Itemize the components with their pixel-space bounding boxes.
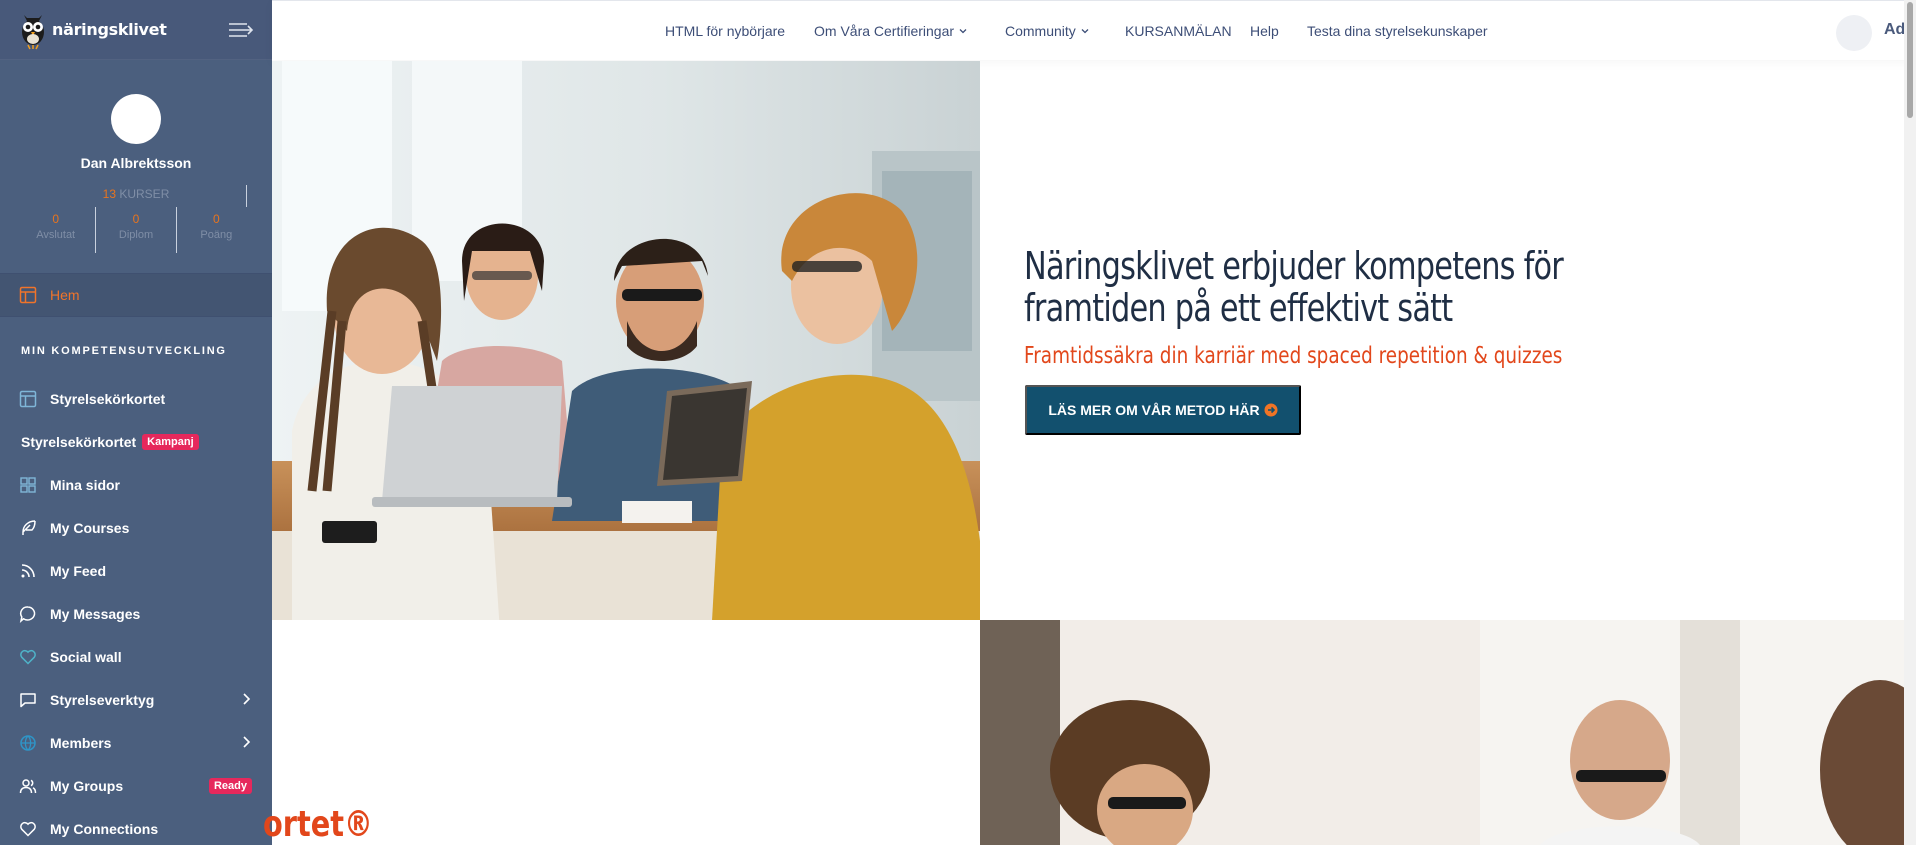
read-more-label: LÄS MER OM VÅR METOD HÄR xyxy=(1048,402,1260,418)
stat-label: Avslutat xyxy=(36,229,76,241)
message-square-icon xyxy=(20,692,36,707)
section-title-partial: ortet® xyxy=(263,804,373,845)
chat-icon xyxy=(19,605,36,623)
courses-summary: 13 KURSER xyxy=(0,185,272,207)
courses-count: 13 xyxy=(102,187,116,201)
sidebar-item-label: My Connections xyxy=(50,820,159,837)
sidebar-item-label: Hem xyxy=(50,287,80,303)
heart-icon xyxy=(20,649,36,665)
avatar[interactable] xyxy=(111,94,161,144)
arrow-circle-right-icon xyxy=(1264,403,1278,417)
sidebar-item-styrelsekorkortet[interactable]: Styrelsekörkortet xyxy=(0,377,272,420)
topnav-label: Testa dina styrelsekunskaper xyxy=(1307,23,1488,39)
sidebar-brand: näringsklivet xyxy=(0,0,272,60)
stat-poang: 0 Poäng xyxy=(175,207,256,253)
ready-badge: Ready xyxy=(208,777,252,794)
topnav-help[interactable]: Help xyxy=(1250,1,1279,61)
sidebar-item-label: My Feed xyxy=(50,562,107,579)
hero-title: Näringsklivet erbjuder kompetens för fra… xyxy=(1024,244,1564,330)
sidebar-item-my-courses[interactable]: My Courses xyxy=(0,506,272,549)
chevron-right-icon[interactable] xyxy=(238,734,254,750)
menu-toggle-icon[interactable] xyxy=(228,21,254,39)
sidebar-item-label: Styrelsekörkortet xyxy=(50,390,166,407)
rss-icon xyxy=(21,563,35,577)
topnav-label: Community xyxy=(1005,23,1076,39)
topnav-html-nyborjare[interactable]: HTML för nybörjare xyxy=(665,1,785,61)
stat-label: Diplom xyxy=(118,229,154,241)
sidebar: näringsklivet Dan Albrektsson 13 KURSER … xyxy=(0,0,272,845)
courses-label: KURSER xyxy=(119,187,170,201)
sidebar-item-mina-sidor[interactable]: Mina sidor xyxy=(0,463,272,506)
top-navbar: HTML för nybörjare Om Våra Certifieringa… xyxy=(272,0,1916,60)
chevron-down-icon xyxy=(1081,29,1089,34)
sidebar-item-my-messages[interactable]: My Messages xyxy=(0,592,272,635)
user-avatar[interactable] xyxy=(1836,15,1872,51)
sidebar-item-my-feed[interactable]: My Feed xyxy=(0,549,272,592)
grid-icon xyxy=(20,476,36,493)
topnav-label: Om Våra Certifieringar xyxy=(814,23,955,39)
sidebar-item-label: Members xyxy=(50,734,112,751)
sidebar-section-title: MIN KOMPETENSUTVECKLING xyxy=(21,345,227,357)
sidebar-item-label: Styrelsekörkortet xyxy=(21,433,137,450)
heart-icon xyxy=(20,821,36,837)
layout-icon xyxy=(19,286,37,304)
topnav-label: Help xyxy=(1250,23,1279,39)
stat-label: Poäng xyxy=(200,229,233,241)
sidebar-item-styrelsekorkortet-kampanj[interactable]: Styrelsekörkortet Kampanj xyxy=(0,420,272,463)
topnav-label: KURSANMÄLAN xyxy=(1125,23,1232,39)
globe-icon xyxy=(20,734,36,751)
topnav-label: HTML för nybörjare xyxy=(665,23,786,39)
profile-name[interactable]: Dan Albrektsson xyxy=(0,155,272,171)
stat-value: 0 xyxy=(132,212,140,226)
chevron-right-icon[interactable] xyxy=(238,691,254,707)
topnav-community[interactable]: Community xyxy=(1005,1,1090,61)
kampanj-badge: Kampanj xyxy=(142,433,199,450)
courses-divider xyxy=(246,185,247,207)
stat-avslutat: 0 Avslutat xyxy=(16,207,95,253)
meeting-photo xyxy=(980,620,1904,845)
sidebar-item-my-connections[interactable]: My Connections xyxy=(0,807,272,845)
topnav-om-vara-certifieringar[interactable]: Om Våra Certifieringar xyxy=(814,1,968,61)
scrollbar-thumb[interactable] xyxy=(1907,2,1913,118)
users-icon xyxy=(19,778,37,793)
stat-value: 0 xyxy=(212,212,220,226)
sidebar-item-label: My Courses xyxy=(50,519,130,536)
sidebar-item-label: Mina sidor xyxy=(50,476,121,493)
sidebar-item-label: My Groups xyxy=(50,777,124,794)
profile-block: Dan Albrektsson 13 KURSER 0 Avslutat 0 D… xyxy=(0,60,272,253)
chevron-down-icon xyxy=(959,29,967,34)
profile-stats: 0 Avslutat 0 Diplom 0 Poäng xyxy=(16,207,256,253)
stat-diplom: 0 Diplom xyxy=(95,207,175,253)
read-more-method-button[interactable]: LÄS MER OM VÅR METOD HÄR xyxy=(1025,385,1301,435)
stat-value: 0 xyxy=(52,212,59,226)
sidebar-item-label: Social wall xyxy=(50,648,122,665)
sidebar-item-label: My Messages xyxy=(50,605,141,622)
sidebar-item-home[interactable]: Hem xyxy=(0,273,272,317)
sidebar-item-my-groups[interactable]: My Groups Ready xyxy=(0,764,272,807)
sidebar-item-members[interactable]: Members xyxy=(0,721,272,764)
layout-icon xyxy=(19,390,37,407)
feather-icon xyxy=(22,519,36,535)
hero-text-block: Näringsklivet erbjuder kompetens för fra… xyxy=(1024,245,1584,369)
sidebar-item-label: Styrelseverktyg xyxy=(50,691,155,708)
page-scrollbar[interactable] xyxy=(1904,0,1916,845)
topnav-kursanmalan[interactable]: KURSANMÄLAN xyxy=(1125,1,1232,61)
hero-team-photo xyxy=(272,61,980,620)
sidebar-item-social-wall[interactable]: Social wall xyxy=(0,635,272,678)
topnav-testa-styrelsekunskaper[interactable]: Testa dina styrelsekunskaper xyxy=(1307,1,1488,61)
app: näringsklivet Dan Albrektsson 13 KURSER … xyxy=(0,0,1916,845)
brand-name[interactable]: näringsklivet xyxy=(52,20,167,39)
sidebar-item-styrelseverktyg[interactable]: Styrelseverktyg xyxy=(0,678,272,721)
owl-logo-icon[interactable] xyxy=(18,10,48,50)
hero-subtitle: Framtidssäkra din karriär med spaced rep… xyxy=(1024,343,1563,369)
